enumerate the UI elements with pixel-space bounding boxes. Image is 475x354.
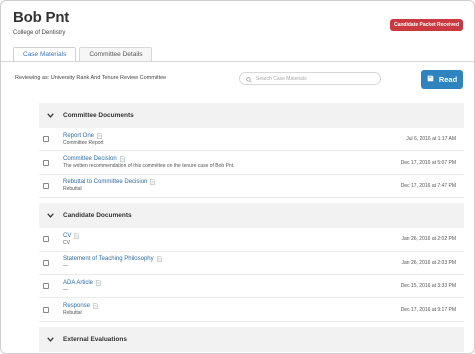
document-link[interactable]: Committee Decision bbox=[63, 156, 117, 162]
case-materials-list: Committee Documents Report One Committee R… bbox=[39, 103, 464, 352]
college-name: College of Dentistry bbox=[13, 30, 66, 36]
document-icon bbox=[96, 279, 101, 286]
document-description: Committee Report bbox=[63, 139, 104, 146]
row-checkbox[interactable] bbox=[43, 182, 49, 189]
document-link[interactable]: Rebuttal to Committee Decision bbox=[63, 179, 147, 185]
search-box[interactable] bbox=[239, 72, 381, 85]
document-date: Dec 17, 2016 at 7:47 PM bbox=[400, 182, 456, 189]
document-date: Dec 15, 2016 at 3:33 PM bbox=[400, 283, 456, 290]
chevron-down-icon[interactable] bbox=[39, 337, 61, 342]
row-checkbox[interactable] bbox=[43, 136, 49, 143]
row-checkbox[interactable] bbox=[43, 283, 49, 290]
tab-committee-details[interactable]: Committee Details bbox=[79, 47, 153, 61]
candidate-header: Bob Pnt College of Dentistry bbox=[13, 9, 69, 36]
search-icon bbox=[246, 70, 252, 88]
candidate-name: Bob Pnt bbox=[13, 9, 70, 26]
document-icon bbox=[74, 232, 80, 239]
document-date: Dec 17, 2016 at 9:17 PM bbox=[400, 306, 456, 313]
document-icon bbox=[150, 179, 156, 186]
read-button-label: Read bbox=[438, 75, 458, 84]
document-link[interactable]: Report One bbox=[63, 133, 94, 139]
document-icon bbox=[156, 256, 162, 263]
document-row: CV CV Jan 26, 2016 at 2:02 PM bbox=[39, 228, 464, 252]
row-checkbox[interactable] bbox=[43, 259, 49, 266]
document-row: Committee Decision The written recommenda… bbox=[39, 151, 464, 175]
document-icon bbox=[97, 132, 102, 139]
status-badge: Candidate Packet Received bbox=[389, 19, 463, 31]
document-row: ADA Article — Dec 15, 2016 at 3:33 PM bbox=[39, 275, 464, 299]
tab-divider bbox=[1, 61, 474, 62]
document-link[interactable]: ADA Article bbox=[63, 280, 93, 286]
section-title: Candidate Documents bbox=[63, 212, 132, 220]
row-checkbox[interactable] bbox=[43, 306, 49, 313]
search-input[interactable] bbox=[256, 75, 376, 82]
section-header[interactable]: Committee Documents bbox=[39, 103, 464, 128]
document-link[interactable]: Response bbox=[63, 303, 90, 309]
section-title: External Evaluations bbox=[63, 335, 127, 343]
section-header[interactable]: Candidate Documents bbox=[39, 203, 464, 229]
document-date: Jan 26, 2016 at 2:03 PM bbox=[401, 259, 456, 266]
document-icon bbox=[93, 303, 98, 309]
row-checkbox[interactable] bbox=[43, 236, 49, 243]
tab-case-materials[interactable]: Case Materials bbox=[13, 47, 77, 61]
document-date: Dec 17, 2016 at 5:07 PM bbox=[400, 159, 456, 166]
row-checkbox[interactable] bbox=[43, 159, 49, 166]
section-title: Committee Documents bbox=[63, 112, 134, 119]
app-window: Bob Pnt College of Dentistry Candidate P… bbox=[0, 0, 475, 354]
document-row: Report One Committee Report Jul 6, 2016 at… bbox=[39, 128, 464, 152]
document-row: Response Rebuttal Dec 17, 2016 at 9:17 PM bbox=[39, 298, 464, 322]
document-info: Report One Committee Report bbox=[63, 133, 464, 146]
document-row: Statement of Teaching Philosophy — Jan 26,… bbox=[39, 252, 464, 275]
book-icon bbox=[427, 75, 434, 84]
reviewing-as-label: Reviewing as: University Rank And Tenure… bbox=[15, 75, 167, 81]
document-link[interactable]: Statement of Teaching Philosophy bbox=[63, 256, 154, 262]
chevron-down-icon[interactable] bbox=[39, 113, 61, 118]
tab-bar: Case Materials Committee Details bbox=[13, 47, 155, 61]
document-date: Jan 26, 2016 at 2:02 PM bbox=[401, 236, 456, 243]
document-icon bbox=[119, 156, 125, 163]
read-button[interactable]: Read bbox=[421, 70, 463, 89]
document-date: Jul 6, 2016 at 1:17 AM bbox=[406, 136, 456, 143]
section-header[interactable]: External Evaluations bbox=[39, 326, 464, 352]
document-row: Rebuttal to Committee Decision Rebuttal De… bbox=[39, 175, 464, 199]
chevron-down-icon[interactable] bbox=[39, 213, 61, 219]
document-link[interactable]: CV bbox=[63, 233, 71, 239]
